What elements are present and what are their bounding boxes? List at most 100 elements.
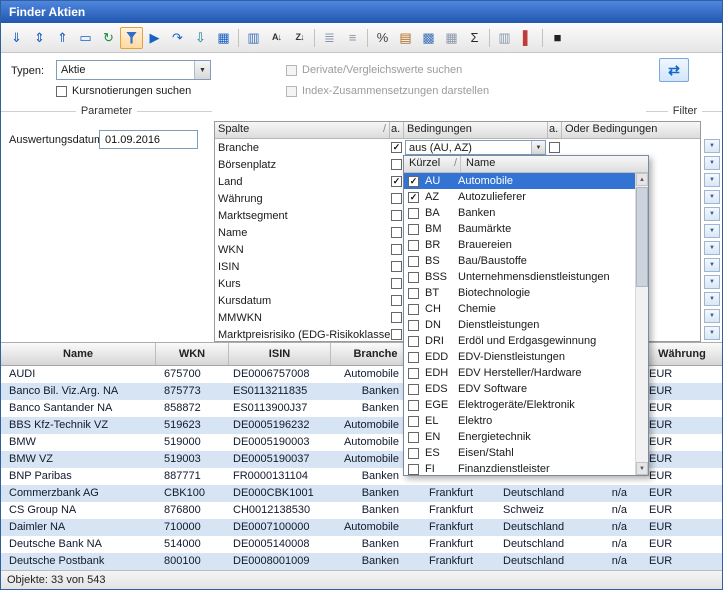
active-checkbox[interactable] — [391, 261, 402, 272]
results-header-wkn[interactable]: WKN — [156, 343, 229, 365]
scrollbar-thumb[interactable] — [636, 187, 648, 287]
active-checkbox[interactable] — [391, 227, 402, 238]
result-row-cs-group-na[interactable]: CS Group NA876800CH0012138530BankenFrank… — [1, 502, 723, 519]
active-checkbox[interactable] — [391, 159, 402, 170]
popup-header-kuerzel[interactable]: Kürzel — [404, 156, 461, 172]
option-checkbox[interactable] — [408, 208, 419, 219]
results-header-w-hrung[interactable]: Währung — [641, 343, 723, 365]
branche-option-ch[interactable]: CHChemie — [404, 301, 635, 317]
results-header-name[interactable]: Name — [1, 343, 156, 365]
branche-option-bt[interactable]: BTBiotechnologie — [404, 285, 635, 301]
branche-option-el[interactable]: ELElektro — [404, 413, 635, 429]
active-checkbox[interactable] — [391, 329, 402, 340]
filter-dropdown-marktsegment[interactable] — [704, 207, 720, 221]
filter-dropdown-branche[interactable] — [704, 139, 720, 153]
filter-dropdown-w-hrung[interactable] — [704, 190, 720, 204]
sort-asc-icon[interactable]: A↓ — [265, 27, 288, 49]
filter-dropdown-mmwkn[interactable] — [704, 309, 720, 323]
branche-option-en[interactable]: ENEnergietechnik — [404, 429, 635, 445]
option-checkbox[interactable] — [408, 336, 419, 347]
result-row-daimler-na[interactable]: Daimler NA710000DE0007100000AutomobileFr… — [1, 519, 723, 536]
option-checkbox[interactable]: ✓ — [408, 176, 419, 187]
param-header-spalte[interactable]: Spalte — [215, 122, 390, 138]
filter-icon[interactable] — [120, 27, 143, 49]
active-checkbox[interactable] — [391, 193, 402, 204]
run-filter-icon[interactable]: ▶ — [143, 27, 166, 49]
branche-option-au[interactable]: ✓AUAutomobile — [404, 173, 635, 189]
oder-active-checkbox[interactable] — [549, 142, 560, 153]
branche-option-bm[interactable]: BMBaumärkte — [404, 221, 635, 237]
option-checkbox[interactable] — [408, 416, 419, 427]
option-checkbox[interactable] — [408, 224, 419, 235]
branche-option-az[interactable]: ✓AZAutozulieferer — [404, 189, 635, 205]
branche-option-br[interactable]: BRBrauereien — [404, 237, 635, 253]
option-checkbox[interactable] — [408, 400, 419, 411]
option-checkbox[interactable] — [408, 272, 419, 283]
param-row-branche[interactable]: Branche✓aus (AU, AZ) — [215, 139, 700, 156]
typen-select[interactable]: Aktie — [56, 60, 211, 80]
popup-header-name[interactable]: Name — [461, 156, 648, 172]
window-layout-icon[interactable]: ▭ — [74, 27, 97, 49]
table-view-icon[interactable]: ▤ — [394, 27, 417, 49]
stop-icon[interactable]: ■ — [546, 27, 569, 49]
branche-option-ege[interactable]: EGEElektrogeräte/Elektronik — [404, 397, 635, 413]
option-checkbox[interactable] — [408, 432, 419, 443]
option-checkbox[interactable] — [408, 448, 419, 459]
results-header-isin[interactable]: ISIN — [229, 343, 331, 365]
branche-option-dn[interactable]: DNDienstleistungen — [404, 317, 635, 333]
grid-icon[interactable]: ▦ — [440, 27, 463, 49]
filter-dropdown-b-rsenplatz[interactable] — [704, 156, 720, 170]
option-checkbox[interactable] — [408, 320, 419, 331]
align-top-icon[interactable]: ≣ — [318, 27, 341, 49]
sum-icon[interactable]: Σ — [463, 27, 486, 49]
filter-dropdown-name[interactable] — [704, 224, 720, 238]
percent-icon[interactable]: % — [371, 27, 394, 49]
sort-desc-icon[interactable]: Z↓ — [288, 27, 311, 49]
filter-dropdown-kurs[interactable] — [704, 275, 720, 289]
branche-option-ba[interactable]: BABanken — [404, 205, 635, 221]
refresh-icon[interactable]: ↻ — [97, 27, 120, 49]
branche-option-edh[interactable]: EDHEDV Hersteller/Hardware — [404, 365, 635, 381]
option-checkbox[interactable] — [408, 368, 419, 379]
option-checkbox[interactable] — [408, 256, 419, 267]
layout-icon[interactable]: ▥ — [493, 27, 516, 49]
filter-dropdown-land[interactable] — [704, 173, 720, 187]
branche-option-es[interactable]: ESEisen/Stahl — [404, 445, 635, 461]
export-icon[interactable]: ⇩ — [189, 27, 212, 49]
expand-rows-icon[interactable]: ⇕ — [28, 27, 51, 49]
option-checkbox[interactable] — [408, 288, 419, 299]
window-titlebar[interactable]: Finder Aktien — [1, 1, 722, 23]
result-row-deutsche-bank-na[interactable]: Deutsche Bank NA514000DE0005140008Banken… — [1, 536, 723, 553]
option-checkbox[interactable] — [408, 464, 419, 475]
dock-bottom-icon[interactable]: ⇓ — [5, 27, 28, 49]
active-checkbox[interactable]: ✓ — [391, 142, 402, 153]
option-checkbox[interactable]: ✓ — [408, 192, 419, 203]
branche-option-bss[interactable]: BSSUnternehmensdienstleistungen — [404, 269, 635, 285]
report-icon[interactable]: ▦ — [212, 27, 235, 49]
branche-option-edd[interactable]: EDDEDV-Dienstleistungen — [404, 349, 635, 365]
active-checkbox[interactable]: ✓ — [391, 176, 402, 187]
result-row-commerzbank-ag[interactable]: Commerzbank AGCBK100DE000CBK1001BankenFr… — [1, 485, 723, 502]
pivot-icon[interactable]: ▩ — [417, 27, 440, 49]
auswertungsdatum-input[interactable] — [99, 130, 198, 149]
active-checkbox[interactable] — [391, 210, 402, 221]
refresh-button[interactable]: ⇄ — [659, 58, 689, 82]
branche-option-dri[interactable]: DRIErdöl und Erdgasgewinnung — [404, 333, 635, 349]
active-checkbox[interactable] — [391, 295, 402, 306]
popup-scrollbar[interactable] — [635, 173, 648, 475]
kursnotierungen-checkbox[interactable] — [56, 86, 67, 97]
chart-trend-icon[interactable]: ↷ — [166, 27, 189, 49]
option-checkbox[interactable] — [408, 240, 419, 251]
active-checkbox[interactable] — [391, 244, 402, 255]
chart-columns-icon[interactable]: ▥ — [242, 27, 265, 49]
branche-option-eds[interactable]: EDSEDV Software — [404, 381, 635, 397]
filter-dropdown-marktpreisrisiko-edg-risikoklasse[interactable] — [704, 326, 720, 340]
chart-bar-icon[interactable]: ▌ — [516, 27, 539, 49]
scroll-down-icon[interactable] — [636, 462, 648, 475]
align-bottom-icon[interactable]: ≡ — [341, 27, 364, 49]
branche-option-bs[interactable]: BSBau/Baustoffe — [404, 253, 635, 269]
bedingungen-combo[interactable]: aus (AU, AZ) — [405, 140, 546, 155]
option-checkbox[interactable] — [408, 384, 419, 395]
filter-dropdown-wkn[interactable] — [704, 241, 720, 255]
option-checkbox[interactable] — [408, 304, 419, 315]
